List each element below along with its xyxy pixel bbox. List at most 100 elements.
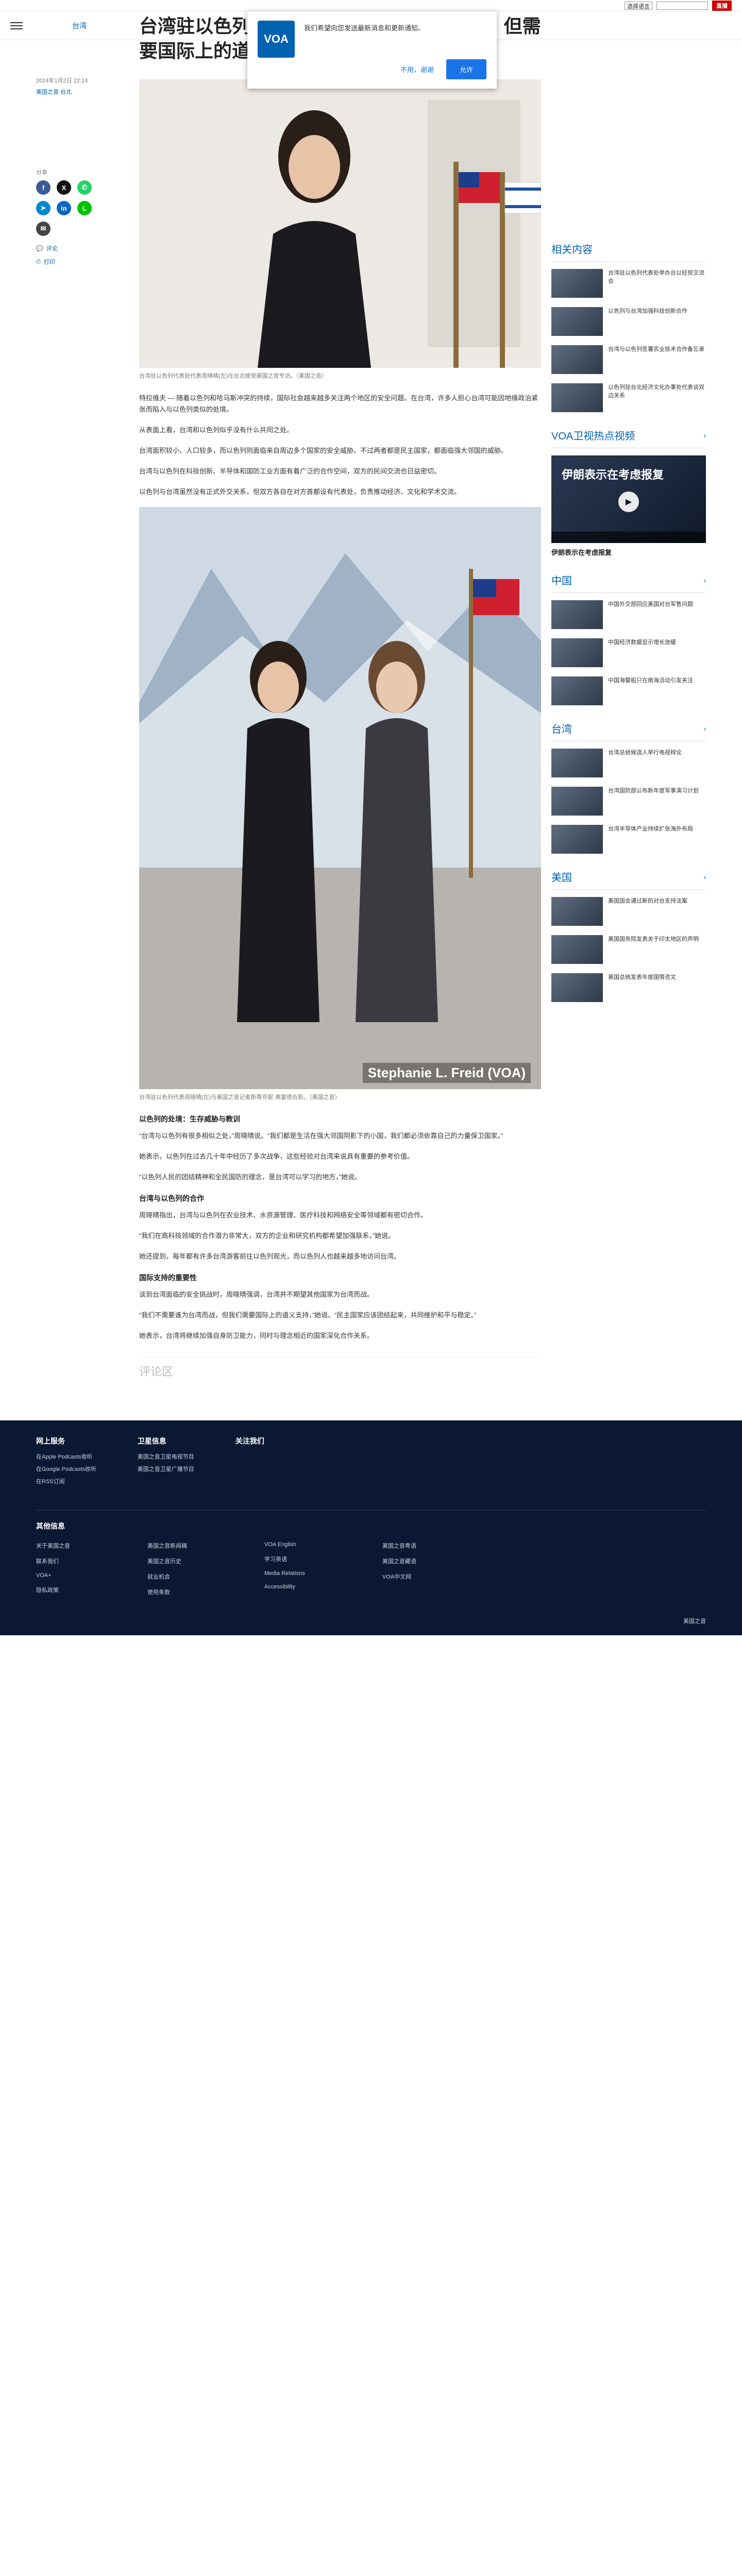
paragraph: 从表面上看，台湾和以色列似乎没有什么共同之处。 (139, 426, 294, 434)
thumbnail (551, 383, 603, 412)
thumbnail (551, 935, 603, 964)
paragraph: “我们不需要谁为台湾而战，但我们需要国际上的道义支持，”她说。“民主国家应该团结… (139, 1311, 477, 1319)
search-input[interactable] (656, 1, 708, 10)
article-photo (139, 79, 541, 368)
footer-link[interactable]: 美国之音卫星广播节目 (138, 1465, 194, 1473)
footer-link[interactable]: Media Relations (264, 1570, 305, 1577)
group-photo-illustration (139, 507, 541, 1089)
footer-link[interactable]: 在Apple Podcasts收听 (36, 1452, 96, 1461)
news-item[interactable]: 台湾半导体产业持续扩张海外布局 (551, 825, 706, 854)
site-header: 台湾 VOA 我们希望向您发送最新消息和更新通知。 不用，谢谢 允许 (0, 11, 742, 89)
notification-text: 我们希望向您发送最新消息和更新通知。 (304, 24, 425, 32)
news-item[interactable]: 美国总统发表年度国情咨文 (551, 973, 706, 1002)
portrait-illustration (139, 79, 541, 368)
footer-link[interactable]: 学习英语 (264, 1555, 305, 1563)
thumbnail (551, 897, 603, 926)
section-label[interactable]: 台湾 (72, 21, 87, 31)
footer-link[interactable]: VOA English (264, 1541, 305, 1548)
related-item[interactable]: 台湾与以色列签署农业技术合作备忘录 (551, 345, 706, 374)
news-item[interactable]: 美国国务院发表关于印太地区的声明 (551, 935, 706, 964)
thumbnail (551, 345, 603, 374)
footer-satellite: 卫星信息 美国之音卫星电视节目 美国之音卫星广播节目 (137, 1437, 194, 1473)
video-label[interactable]: 伊朗表示在考虑报复 (551, 547, 706, 557)
thumbnail (551, 787, 603, 816)
play-icon[interactable]: ▶ (618, 492, 639, 512)
footer-link[interactable]: Accessibility (264, 1584, 305, 1590)
footer-link[interactable]: 就业机会 (147, 1572, 187, 1581)
footer-link[interactable]: 使用条款 (147, 1588, 187, 1596)
x-icon[interactable]: X (57, 180, 71, 195)
chevron-right-icon[interactable]: › (703, 576, 706, 584)
footer-link[interactable]: 联系我们 (36, 1557, 70, 1565)
paragraph: “我们在高科技领域的合作潜力非常大，双方的企业和研究机构都希望加强联系，”她说。 (139, 1232, 395, 1240)
print-icon: ⎙ (36, 258, 41, 265)
footer-link[interactable]: VOA+ (36, 1572, 70, 1579)
video-player[interactable]: 伊朗表示在考虑报复 ▶ (551, 455, 706, 543)
telegram-icon[interactable]: ➤ (36, 201, 50, 215)
thumbnail (551, 749, 603, 777)
chevron-right-icon[interactable]: › (703, 724, 706, 733)
thumbnail (551, 269, 603, 298)
footer-link[interactable]: 关于美国之音 (36, 1541, 70, 1550)
footer-link[interactable]: 美国之音卫星电视节目 (138, 1452, 194, 1461)
article-photo-two: Stephanie L. Freid (VOA) (139, 507, 541, 1089)
footer-link[interactable]: 隐私政策 (36, 1586, 70, 1594)
thumbnail (551, 600, 603, 629)
paragraph: 台湾面积较小、人口较多，而以色列则面临来自周边多个国家的安全威胁。不过两者都是民… (139, 447, 508, 454)
news-item[interactable]: 台湾总统候选人举行电视辩论 (551, 749, 706, 777)
paragraph: 谈到台湾面临的安全挑战时，周晓晴强调，台湾并不期望其他国家为台湾而战。 (139, 1291, 374, 1298)
live-button[interactable]: 直播 (712, 0, 732, 11)
footer-link[interactable]: 美国之音粤语 (382, 1541, 416, 1550)
taiwan-section: 台湾 › 台湾总统候选人举行电视辩论 台湾国防部公布新年度军事演习计划 台湾半导体… (551, 721, 706, 854)
thumbnail (551, 307, 603, 336)
news-item[interactable]: 中国外交部回应美国对台军售问题 (551, 600, 706, 629)
news-item[interactable]: 中国海警船只在南海活动引发关注 (551, 676, 706, 705)
article-date: 2024年1月2日 22:14 (36, 78, 88, 84)
article-body-sections: 以色列的处境：生存威胁与教训 “台湾与以色列有很多相似之处，”周晓晴说。“我们都… (139, 1114, 541, 1342)
voa-logo: VOA (258, 21, 295, 58)
paragraph: 特拉维夫 — 随着以色列和哈马斯冲突的持续，国际社会越来越多关注两个地区的安全问… (139, 394, 538, 413)
print-link[interactable]: ⎙ 打印 (36, 258, 139, 266)
related-item[interactable]: 以色列驻台北经济文化办事处代表谈双边关系 (551, 383, 706, 412)
related-item[interactable]: 台湾驻以色列代表处举办台以经贸交流会 (551, 269, 706, 298)
footer-link[interactable]: 美国之音历史 (147, 1557, 187, 1565)
linkedin-icon[interactable]: in (57, 201, 71, 215)
footer-link[interactable]: 在Google Podcasts收听 (36, 1465, 96, 1473)
article-author[interactable]: 美国之音 台北 (36, 88, 139, 96)
comment-icon: 💬 (36, 245, 43, 252)
decline-button[interactable]: 不用，谢谢 (393, 60, 441, 78)
footer-link[interactable]: 在RSS订阅 (36, 1477, 96, 1485)
facebook-icon[interactable]: f (36, 180, 50, 195)
chevron-right-icon[interactable]: › (703, 873, 706, 881)
footer-link[interactable]: 美国之音新闻稿 (147, 1541, 187, 1550)
paragraph: 她表示，台湾将继续加强自身防卫能力，同时与理念相近的国家深化合作关系。 (139, 1332, 374, 1340)
email-icon[interactable]: ✉ (36, 222, 50, 236)
news-item[interactable]: 中国经济数据显示增长放缓 (551, 638, 706, 667)
thumbnail (551, 973, 603, 1002)
footer-link[interactable]: VOA中文网 (382, 1572, 416, 1581)
footer-link[interactable]: 美国之音藏语 (382, 1557, 416, 1565)
menu-icon[interactable] (10, 22, 23, 29)
us-title[interactable]: 美国 (551, 869, 572, 884)
whatsapp-icon[interactable]: ✆ (77, 180, 92, 195)
utility-bar: 选择语言 直播 (0, 0, 742, 11)
section-heading: 以色列的处境：生存威胁与教训 (139, 1115, 240, 1123)
line-icon[interactable]: L (77, 201, 92, 215)
video-controls[interactable] (551, 532, 706, 543)
video-overlay-title: 伊朗表示在考虑报复 (562, 468, 664, 481)
china-title[interactable]: 中国 (551, 572, 572, 587)
related-item[interactable]: 以色列与台湾加强科技创新合作 (551, 307, 706, 336)
comment-link[interactable]: 💬 评论 (36, 244, 139, 252)
language-select[interactable]: 选择语言 (625, 1, 652, 10)
paragraph: 周晓晴指出，台湾与以色列在农业技术、水资源管理、医疗科技和网络安全等领域都有密切… (139, 1211, 428, 1219)
news-item[interactable]: 美国国会通过新的对台支持法案 (551, 897, 706, 926)
news-item[interactable]: 台湾国防部公布新年度军事演习计划 (551, 787, 706, 816)
taiwan-title[interactable]: 台湾 (551, 721, 572, 736)
photo-credit: Stephanie L. Freid (VOA) (362, 1063, 531, 1083)
paragraph: “台湾与以色列有很多相似之处，”周晓晴说。“我们都是生活在强大邻国阴影下的小国，… (139, 1132, 503, 1140)
footer-more-title: 其他信息 (36, 1522, 65, 1530)
section-heading: 国际支持的重要性 (139, 1274, 197, 1282)
chevron-right-icon[interactable]: › (703, 431, 706, 439)
footer-follow: 关注我们 (235, 1437, 264, 1445)
allow-button[interactable]: 允许 (446, 59, 486, 79)
